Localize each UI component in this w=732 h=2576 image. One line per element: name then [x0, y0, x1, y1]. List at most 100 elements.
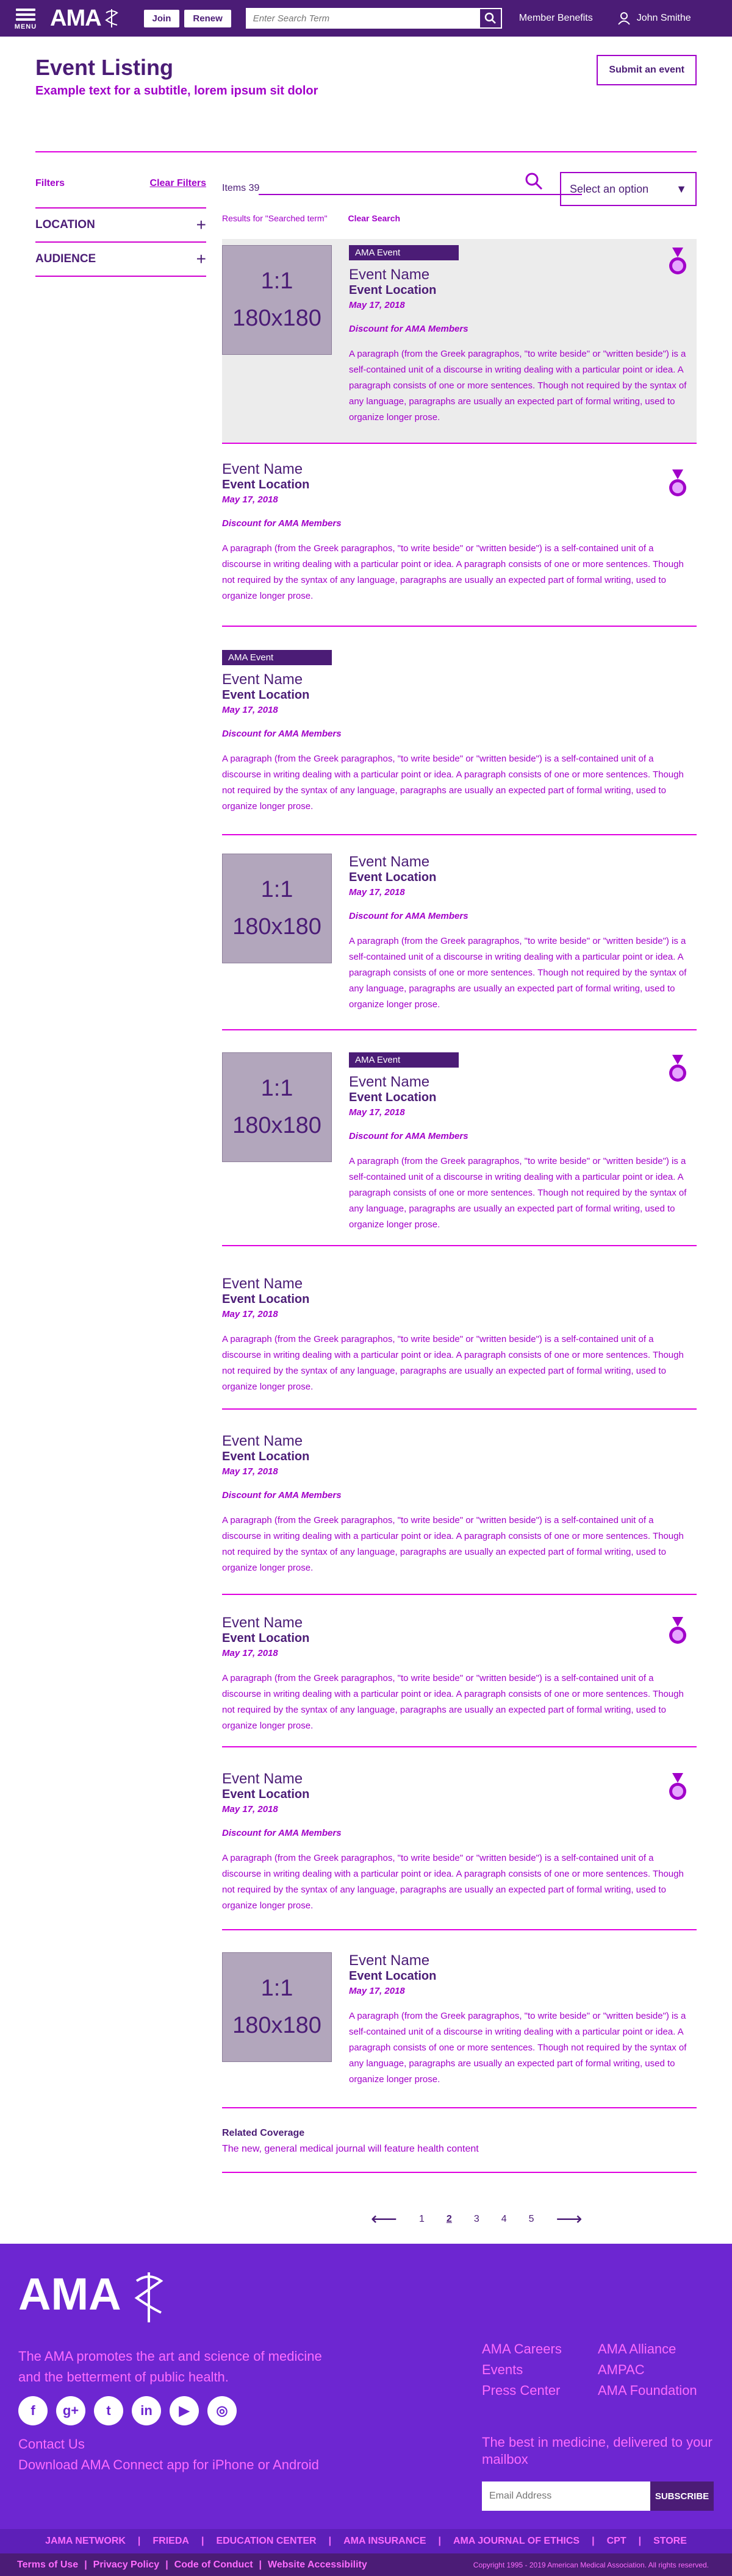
event-name[interactable]: Event Name: [349, 1074, 691, 1091]
twitter-icon[interactable]: t: [94, 2396, 123, 2425]
event-date: May 17, 2018: [222, 705, 278, 715]
clear-filters-link[interactable]: Clear Filters: [150, 178, 206, 189]
linkedin-icon[interactable]: in: [132, 2396, 161, 2425]
sort-select[interactable]: Select an option ▼: [560, 172, 697, 206]
event-name[interactable]: Event Name: [349, 266, 691, 284]
subscribe-button[interactable]: SUBSCRIBE: [650, 2481, 714, 2511]
search-input[interactable]: [246, 9, 480, 27]
event-card[interactable]: 1:1 180x180 AMA Event Event Name Event L…: [222, 1052, 697, 1246]
footer-link[interactable]: AMPAC: [598, 2362, 714, 2378]
event-card[interactable]: Event Name Event Location May 17, 2018 D…: [222, 1433, 697, 1595]
event-description: A paragraph (from the Greek paragraphos,…: [349, 936, 687, 1010]
event-name[interactable]: Event Name: [222, 1614, 697, 1632]
clear-search-link[interactable]: Clear Search: [348, 213, 400, 223]
facet-label: LOCATION: [35, 218, 95, 231]
menu-button[interactable]: MENU: [7, 0, 44, 37]
event-location: Event Location: [222, 688, 310, 702]
footer-link[interactable]: AMA Foundation: [598, 2383, 714, 2399]
legal-link[interactable]: Privacy Policy: [93, 2560, 160, 2571]
network-link[interactable]: AMA INSURANCE: [343, 2536, 426, 2547]
event-card[interactable]: Event Name Event Location May 17, 2018 D…: [222, 461, 697, 627]
footer-logo[interactable]: AMA: [18, 2268, 166, 2325]
event-card[interactable]: Event Name Event Location May 17, 2018 A…: [222, 1614, 697, 1747]
header-search: [245, 8, 502, 29]
page-link[interactable]: 4: [501, 2214, 507, 2225]
event-discount: Discount for AMA Members: [349, 324, 468, 334]
page-link[interactable]: 3: [474, 2214, 479, 2225]
page-subtitle: Example text for a subtitle, lorem ipsum…: [35, 84, 318, 98]
event-card[interactable]: 1:1 180x180 Event Name Event Location Ma…: [222, 854, 697, 1030]
footer-link[interactable]: Press Center: [482, 2383, 598, 2399]
page-link[interactable]: 5: [529, 2214, 534, 2225]
network-link[interactable]: STORE: [653, 2536, 687, 2547]
footer-link[interactable]: AMA Alliance: [598, 2341, 714, 2357]
event-date: May 17, 2018: [349, 1986, 405, 1996]
event-card[interactable]: 1:1 180x180 AMA Event Event Name Event L…: [222, 239, 697, 444]
event-name[interactable]: Event Name: [222, 1433, 697, 1450]
event-location: Event Location: [349, 284, 437, 297]
facebook-icon[interactable]: f: [18, 2396, 48, 2425]
legal-link[interactable]: Website Accessibility: [268, 2560, 367, 2571]
user-name: John Smithe: [636, 13, 691, 23]
user-menu[interactable]: John Smithe: [617, 12, 691, 25]
youtube-icon[interactable]: ▶: [170, 2396, 199, 2425]
event-location: Event Location: [222, 1632, 310, 1645]
logo-text: AMA: [50, 5, 102, 31]
caret-down-icon: ▼: [676, 182, 687, 195]
separator: |: [137, 2536, 141, 2546]
event-location: Event Location: [349, 871, 437, 884]
event-name[interactable]: Event Name: [222, 671, 697, 688]
search-underline[interactable]: [259, 194, 582, 195]
network-link[interactable]: FRIEDA: [152, 2536, 189, 2547]
related-link[interactable]: The new, general medical journal will fe…: [222, 2144, 697, 2155]
event-date: May 17, 2018: [222, 1804, 278, 1814]
event-location: Event Location: [349, 1091, 437, 1104]
ama-event-badge: AMA Event: [222, 650, 332, 665]
event-description: A paragraph (from the Greek paragraphos,…: [349, 2011, 687, 2085]
newsletter-heading: The best in medicine, delivered to your …: [482, 2435, 712, 2467]
network-link[interactable]: CPT: [607, 2536, 626, 2547]
footer-link[interactable]: Events: [482, 2362, 598, 2378]
facet-location[interactable]: LOCATION +: [35, 209, 206, 243]
search-icon[interactable]: [525, 172, 543, 190]
renew-button[interactable]: Renew: [184, 9, 231, 27]
member-benefits-link[interactable]: Member Benefits: [519, 13, 593, 24]
network-link[interactable]: JAMA NETWORK: [45, 2536, 126, 2547]
join-button[interactable]: Join: [143, 9, 180, 27]
event-card[interactable]: AMA Event Event Name Event Location May …: [222, 650, 697, 835]
download-app-link[interactable]: Download AMA Connect app for iPhone or A…: [18, 2457, 319, 2473]
event-name[interactable]: Event Name: [222, 1771, 697, 1788]
ama-logo[interactable]: AMA: [44, 5, 120, 32]
google-plus-icon[interactable]: g+: [56, 2396, 85, 2425]
search-button[interactable]: [479, 9, 501, 27]
user-icon: [617, 12, 630, 25]
network-link[interactable]: AMA JOURNAL OF ETHICS: [453, 2536, 580, 2547]
event-name[interactable]: Event Name: [222, 461, 697, 478]
page-link-current[interactable]: 2: [447, 2214, 452, 2225]
footer-link[interactable]: AMA Careers: [482, 2341, 598, 2357]
event-card[interactable]: Event Name Event Location May 17, 2018 A…: [222, 1276, 697, 1410]
event-date: May 17, 2018: [222, 1648, 278, 1658]
legal-link[interactable]: Terms of Use: [17, 2560, 78, 2571]
menu-label: MENU: [14, 23, 37, 30]
footer-network-nav: JAMA NETWORK | FRIEDA | EDUCATION CENTER…: [0, 2529, 732, 2553]
next-arrow-icon[interactable]: ⟶: [556, 2208, 583, 2230]
event-card[interactable]: 1:1 180x180 Event Name Event Location Ma…: [222, 1952, 697, 2108]
separator: |: [438, 2536, 441, 2546]
facet-audience[interactable]: AUDIENCE +: [35, 243, 206, 277]
thumb-size: 180x180: [232, 305, 321, 331]
legal-link[interactable]: Code of Conduct: [174, 2560, 253, 2571]
network-link[interactable]: EDUCATION CENTER: [216, 2536, 316, 2547]
event-card[interactable]: Event Name Event Location May 17, 2018 D…: [222, 1771, 697, 1930]
instagram-icon[interactable]: ◎: [207, 2396, 237, 2425]
submit-event-button[interactable]: Submit an event: [597, 55, 697, 85]
medal-icon: [669, 248, 686, 274]
email-field[interactable]: [482, 2481, 650, 2511]
footer-tagline: The AMA promotes the art and science of …: [18, 2349, 322, 2385]
event-name[interactable]: Event Name: [222, 1276, 697, 1293]
page-link[interactable]: 1: [419, 2214, 425, 2225]
event-name[interactable]: Event Name: [349, 854, 691, 871]
contact-link[interactable]: Contact Us: [18, 2436, 85, 2452]
event-name[interactable]: Event Name: [349, 1952, 691, 1969]
prev-arrow-icon[interactable]: ⟵: [371, 2208, 397, 2230]
